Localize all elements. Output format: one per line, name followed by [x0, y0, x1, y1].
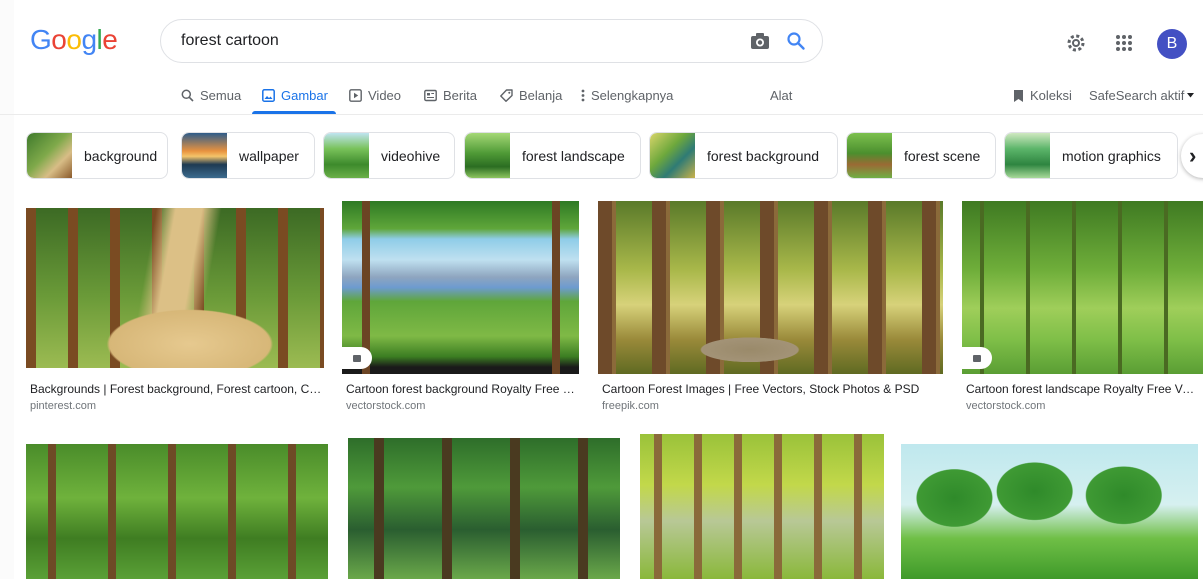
tab-all-label: Semua [200, 88, 242, 103]
search-icon [181, 89, 194, 102]
result-caption[interactable]: Cartoon forest landscape Royalty Free Ve… [966, 382, 1198, 396]
result-image[interactable] [348, 438, 620, 579]
chips-next-button[interactable]: › [1181, 134, 1203, 178]
chip-forest-landscape[interactable]: forest landscape [464, 132, 641, 179]
tab-video-label: Video [368, 88, 402, 103]
search-icon[interactable] [784, 29, 808, 53]
chip-thumbnail [27, 133, 72, 178]
result-card[interactable] [348, 438, 620, 579]
search-input[interactable] [181, 32, 736, 50]
chip-label: wallpaper [239, 147, 299, 164]
chip-label: forest scene [904, 147, 981, 164]
news-icon [424, 89, 437, 102]
result-card[interactable]: Cartoon forest landscape Royalty Free Ve… [962, 200, 1203, 415]
apps-grid-icon[interactable] [1110, 29, 1138, 57]
tools-button[interactable]: Alat [770, 88, 792, 103]
result-source: vectorstock.com [966, 400, 1046, 412]
tools-label: Alat [770, 88, 793, 103]
tab-images[interactable]: Gambar [262, 88, 328, 103]
search-tabs: Semua Gambar Video Berita Belanja Seleng… [0, 82, 1203, 114]
result-source: pinterest.com [30, 400, 97, 412]
image-badge [962, 347, 992, 369]
chip-forest-background[interactable]: forest background [649, 132, 838, 179]
result-caption[interactable]: Cartoon forest background Royalty Free V… [346, 382, 578, 396]
chip-thumbnail [324, 133, 369, 178]
result-image[interactable] [26, 208, 324, 368]
chip-thumbnail [465, 133, 510, 178]
tab-more[interactable]: Selengkapnya [581, 88, 673, 103]
result-image[interactable] [598, 201, 943, 374]
tag-icon [500, 89, 513, 102]
more-vert-icon [581, 89, 585, 102]
chip-wallpaper[interactable]: wallpaper [181, 132, 315, 179]
result-source: freepik.com [602, 400, 659, 412]
chip-label: background [84, 147, 158, 164]
result-image[interactable] [640, 434, 884, 579]
result-source: vectorstock.com [346, 400, 426, 412]
chip-thumbnail [182, 133, 227, 178]
result-card[interactable] [901, 444, 1198, 579]
result-card[interactable]: Cartoon forest background Royalty Free V… [342, 200, 579, 415]
bookmark-icon [1014, 89, 1023, 102]
chip-videohive[interactable]: videohive [323, 132, 455, 179]
result-card[interactable]: Backgrounds | Forest background, Forest … [26, 200, 324, 415]
settings-gear-icon[interactable] [1062, 29, 1090, 57]
result-card[interactable] [26, 444, 328, 579]
tab-news-label: Berita [443, 88, 477, 103]
search-box [160, 19, 823, 63]
header-divider [0, 114, 1203, 115]
collections-button[interactable]: Koleksi [1013, 88, 1072, 103]
chip-thumbnail [847, 133, 892, 178]
result-image[interactable] [26, 444, 328, 579]
chip-thumbnail [650, 133, 695, 178]
chip-forest-scene[interactable]: forest scene [846, 132, 996, 179]
tab-news[interactable]: Berita [424, 88, 477, 103]
result-image[interactable] [342, 201, 579, 374]
safesearch-label: SafeSearch aktif [1089, 88, 1185, 103]
image-icon [262, 89, 275, 102]
camera-icon[interactable] [748, 29, 772, 53]
collections-label: Koleksi [1030, 88, 1072, 103]
safesearch-dropdown[interactable]: SafeSearch aktif [1089, 88, 1195, 103]
result-image[interactable] [962, 201, 1203, 374]
result-card[interactable]: Cartoon Forest Images | Free Vectors, St… [598, 200, 943, 415]
caret-down-icon [1187, 93, 1195, 98]
account-avatar[interactable]: B [1157, 29, 1187, 59]
tab-more-label: Selengkapnya [591, 88, 674, 103]
chip-label: motion graphics [1062, 147, 1161, 164]
play-icon [349, 89, 362, 102]
image-badge [342, 347, 372, 369]
chip-thumbnail [1005, 133, 1050, 178]
result-caption[interactable]: Backgrounds | Forest background, Forest … [30, 382, 322, 396]
result-card[interactable] [640, 434, 884, 579]
tab-video[interactable]: Video [349, 88, 401, 103]
result-image[interactable] [901, 444, 1198, 579]
tab-all[interactable]: Semua [181, 88, 241, 103]
chip-label: forest background [707, 147, 820, 164]
tab-images-label: Gambar [281, 88, 328, 103]
chip-background[interactable]: background [26, 132, 168, 179]
google-logo[interactable]: Google [30, 24, 118, 56]
chip-motion-graphics[interactable]: motion graphics [1004, 132, 1178, 179]
result-caption[interactable]: Cartoon Forest Images | Free Vectors, St… [602, 382, 942, 396]
tab-shopping[interactable]: Belanja [500, 88, 562, 103]
tab-shopping-label: Belanja [519, 88, 563, 103]
chip-label: forest landscape [522, 147, 625, 164]
chip-label: videohive [381, 147, 441, 164]
